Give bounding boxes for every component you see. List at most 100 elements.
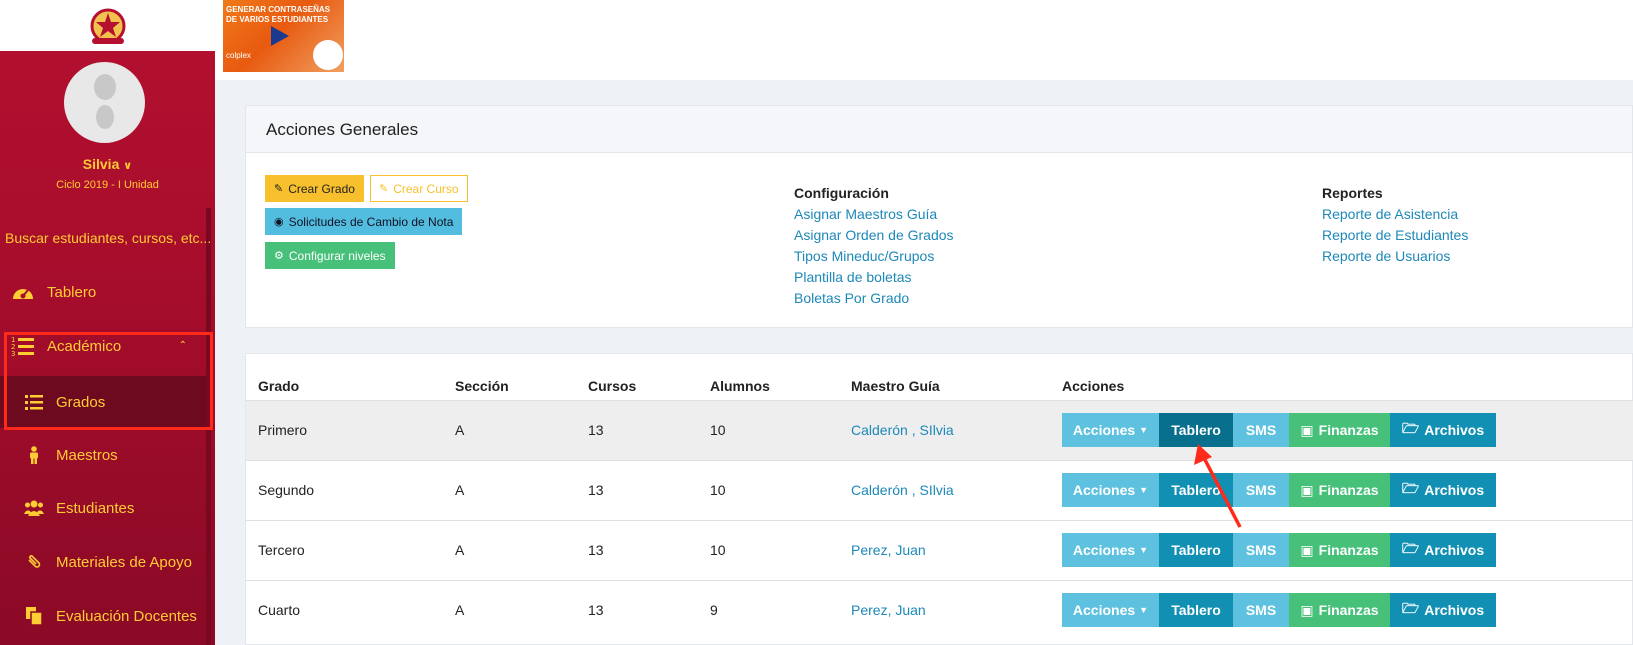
cell-seccion: A bbox=[455, 602, 465, 618]
acciones-dropdown-button[interactable]: Acciones ▼ bbox=[1062, 473, 1159, 507]
tablero-button[interactable]: Tablero bbox=[1159, 473, 1233, 507]
tablero-button[interactable]: Tablero bbox=[1159, 533, 1233, 567]
edit-icon: ✎ bbox=[379, 183, 389, 195]
badge-icon bbox=[313, 40, 343, 70]
tablero-button[interactable]: Tablero bbox=[1159, 593, 1233, 627]
link-plantilla-boletas[interactable]: Plantilla de boletas bbox=[794, 269, 912, 285]
folder-open-icon: 🗁 bbox=[1401, 420, 1420, 436]
user-name[interactable]: Silvia ∨ bbox=[0, 156, 215, 172]
cell-alumnos: 10 bbox=[710, 542, 726, 558]
sidebar-item-label: Materiales de Apoyo bbox=[56, 553, 192, 571]
link-boletas-por-grado[interactable]: Boletas Por Grado bbox=[794, 290, 909, 306]
configurar-niveles-button[interactable]: ⚙ Configurar niveles bbox=[265, 242, 395, 269]
finanzas-button[interactable]: ▣ Finanzas bbox=[1289, 533, 1390, 567]
sidebar-item-label: Maestros bbox=[56, 446, 118, 464]
eye-icon: ◉ bbox=[274, 216, 284, 228]
avatar[interactable] bbox=[64, 62, 145, 143]
cell-cursos: 13 bbox=[588, 482, 604, 498]
archivos-button[interactable]: 🗁 Archivos bbox=[1390, 593, 1496, 627]
acciones-dropdown-button[interactable]: Acciones ▼ bbox=[1062, 533, 1159, 567]
sidebar-item-materiales[interactable]: Materiales de Apoyo bbox=[0, 536, 207, 588]
caret-down-icon: ▼ bbox=[1139, 425, 1149, 435]
finanzas-button[interactable]: ▣ Finanzas bbox=[1289, 413, 1390, 447]
folder-open-icon: 🗁 bbox=[1401, 540, 1420, 556]
video-title-line2: DE VARIOS ESTUDIANTES bbox=[226, 15, 329, 24]
user-name-label: Silvia bbox=[82, 156, 120, 172]
cell-maestro-link[interactable]: Calderón , SIlvia bbox=[851, 482, 954, 498]
sms-button[interactable]: SMS bbox=[1233, 413, 1289, 447]
video-thumbnail[interactable]: GENERAR CONTRASEÑAS DE VARIOS ESTUDIANTE… bbox=[223, 0, 344, 72]
sms-button[interactable]: SMS bbox=[1233, 593, 1289, 627]
sidebar-item-label: Grados bbox=[56, 393, 106, 411]
tablero-button[interactable]: Tablero bbox=[1159, 413, 1233, 447]
finanzas-button[interactable]: ▣ Finanzas bbox=[1289, 593, 1390, 627]
cell-grado: Primero bbox=[258, 422, 308, 438]
folder-open-icon: 🗁 bbox=[1401, 600, 1420, 616]
chevron-down-icon: ∨ bbox=[123, 160, 133, 172]
cell-seccion: A bbox=[455, 482, 465, 498]
reportes-title: Reportes bbox=[1322, 185, 1383, 201]
video-brand: colplex bbox=[226, 51, 251, 60]
gears-icon: ⚙ bbox=[274, 250, 284, 262]
cell-seccion: A bbox=[455, 422, 465, 438]
sidebar-item-evaluacion[interactable]: Evaluación Docentes bbox=[0, 590, 207, 642]
caret-down-icon: ▼ bbox=[1139, 605, 1149, 615]
cell-grado: Tercero bbox=[258, 542, 305, 558]
sidebar-item-academico[interactable]: 1 2 3 Académico ⌃ bbox=[0, 320, 207, 372]
link-tipos-mineduc[interactable]: Tipos Mineduc/Grupos bbox=[794, 248, 934, 264]
link-asignar-maestros-guia[interactable]: Asignar Maestros Guía bbox=[794, 206, 937, 222]
solicitudes-cambio-nota-button[interactable]: ◉ Solicitudes de Cambio de Nota bbox=[265, 208, 463, 235]
sidebar-item-label: Tablero bbox=[47, 283, 97, 301]
header-grado: Grado bbox=[258, 378, 300, 394]
archivos-button[interactable]: 🗁 Archivos bbox=[1390, 413, 1496, 447]
table-row: Segundo A 13 10 Calderón , SIlvia Accion… bbox=[246, 460, 1633, 520]
acciones-dropdown-button[interactable]: Acciones ▼ bbox=[1062, 593, 1159, 627]
crear-curso-button[interactable]: ✎ Crear Curso bbox=[370, 175, 468, 202]
header-cursos: Cursos bbox=[588, 378, 637, 394]
money-icon: ▣ bbox=[1300, 481, 1314, 498]
sms-button[interactable]: SMS bbox=[1233, 533, 1289, 567]
acciones-dropdown-button[interactable]: Acciones ▼ bbox=[1062, 413, 1159, 447]
cell-maestro-link[interactable]: Perez, Juan bbox=[851, 602, 926, 618]
archivos-button[interactable]: 🗁 Archivos bbox=[1390, 473, 1496, 507]
header-alumnos: Alumnos bbox=[710, 378, 770, 394]
link-reporte-estudiantes[interactable]: Reporte de Estudiantes bbox=[1322, 227, 1468, 243]
sidebar: Silvia ∨ Ciclo 2019 - I Unidad Buscar es… bbox=[0, 0, 215, 645]
dashboard-icon bbox=[11, 280, 35, 304]
sidebar-item-grados[interactable]: Grados bbox=[0, 376, 207, 428]
crear-grado-button[interactable]: ✎ Crear Grado bbox=[265, 175, 364, 202]
cell-cursos: 13 bbox=[588, 422, 604, 438]
cycle-label: Ciclo 2019 - I Unidad bbox=[56, 179, 159, 191]
row-actions: Acciones ▼ Tablero SMS ▣ Finanzas 🗁 Archivo… bbox=[1062, 593, 1496, 627]
cell-maestro-link[interactable]: Perez, Juan bbox=[851, 542, 926, 558]
list-icon bbox=[24, 390, 44, 414]
table-row: Tercero A 13 10 Perez, Juan Acciones ▼ Ta… bbox=[246, 520, 1633, 580]
person-icon bbox=[24, 443, 44, 467]
cell-maestro-link[interactable]: Calderón , SIlvia bbox=[851, 422, 954, 438]
cell-alumnos: 10 bbox=[710, 422, 726, 438]
footprint-icon bbox=[93, 73, 116, 129]
finanzas-button[interactable]: ▣ Finanzas bbox=[1289, 473, 1390, 507]
cell-alumnos: 9 bbox=[710, 602, 718, 618]
cell-cursos: 13 bbox=[588, 602, 604, 618]
money-icon: ▣ bbox=[1300, 601, 1314, 618]
link-reporte-asistencia[interactable]: Reporte de Asistencia bbox=[1322, 206, 1458, 222]
link-reporte-usuarios[interactable]: Reporte de Usuarios bbox=[1322, 248, 1450, 264]
caret-down-icon: ▼ bbox=[1139, 485, 1149, 495]
school-logo[interactable] bbox=[0, 0, 215, 51]
sms-button[interactable]: SMS bbox=[1233, 473, 1289, 507]
grados-table: Grado Sección Cursos Alumnos Maestro Guí… bbox=[245, 353, 1633, 645]
header-acciones: Acciones bbox=[1062, 378, 1125, 394]
svg-text:3: 3 bbox=[11, 350, 15, 357]
table-row: Cuarto A 13 9 Perez, Juan Acciones ▼ Tabl… bbox=[246, 580, 1633, 640]
sidebar-item-tablero[interactable]: Tablero bbox=[0, 266, 207, 318]
topbar: GENERAR CONTRASEÑAS DE VARIOS ESTUDIANTE… bbox=[215, 0, 1633, 80]
sidebar-item-label: Evaluación Docentes bbox=[56, 607, 197, 625]
sidebar-search[interactable]: Buscar estudiantes, cursos, etc... bbox=[5, 230, 210, 246]
sidebar-item-maestros[interactable]: Maestros bbox=[0, 429, 207, 481]
link-asignar-orden-grados[interactable]: Asignar Orden de Grados bbox=[794, 227, 954, 243]
archivos-button[interactable]: 🗁 Archivos bbox=[1390, 533, 1496, 567]
acciones-generales-panel: Acciones Generales ✎ Crear Grado ✎ Crear… bbox=[245, 105, 1633, 328]
folder-open-icon: 🗁 bbox=[1401, 480, 1420, 496]
sidebar-item-estudiantes[interactable]: Estudiantes bbox=[0, 482, 207, 534]
